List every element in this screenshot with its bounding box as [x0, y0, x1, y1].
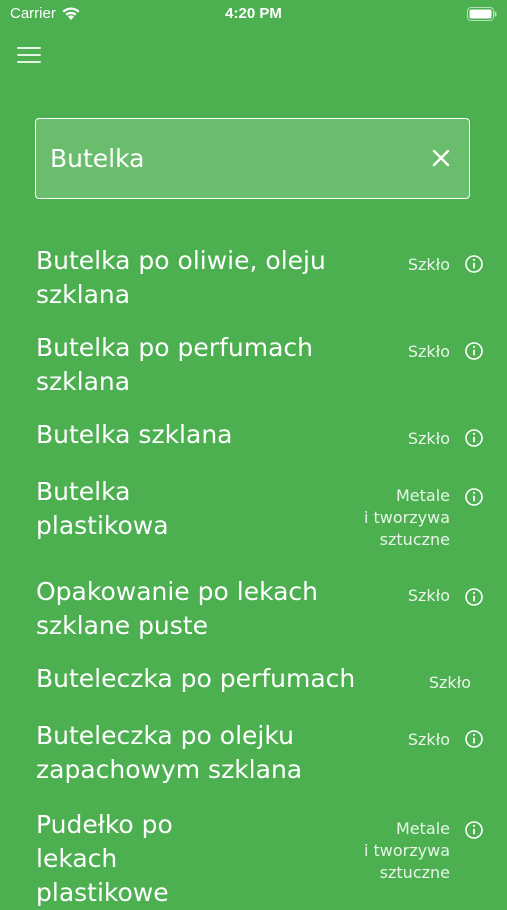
menu-icon-line — [17, 54, 41, 56]
item-name-line: Pudełko po — [36, 810, 173, 839]
clear-icon[interactable] — [431, 148, 451, 168]
item-name: Pudełko po lekach plastikowe — [36, 808, 173, 910]
item-category-line: i tworzywa — [363, 841, 450, 860]
item-category-line: Metale — [395, 486, 450, 505]
item-name-line: Butelka — [36, 477, 131, 506]
item-name-line: Butelka po perfumach — [36, 333, 313, 362]
menu-icon-line — [17, 47, 41, 49]
item-category: Szkło — [408, 254, 450, 276]
search-box — [35, 118, 470, 199]
item-name-line: szklane puste — [36, 611, 208, 640]
item-name: Buteleczka po perfumach — [36, 662, 355, 696]
info-icon[interactable] — [464, 428, 484, 448]
item-name: Butelka plastikowa — [36, 475, 169, 543]
item-name-line: szklana — [36, 367, 131, 396]
info-icon[interactable] — [464, 487, 484, 507]
item-name-line: plastikowe — [36, 878, 169, 907]
item-category: Szkło — [408, 729, 450, 751]
item-category-line: Szkło — [407, 429, 450, 448]
info-icon[interactable] — [464, 820, 484, 840]
item-category: Metale i tworzywa sztuczne — [364, 818, 450, 884]
info-icon[interactable] — [464, 341, 484, 361]
status-bar: Carrier 4:20 PM — [0, 0, 507, 28]
item-category-line: Metale — [395, 819, 450, 838]
item-category: Szkło — [408, 585, 450, 607]
item-category-line: sztuczne — [379, 863, 450, 882]
item-name: Opakowanie po lekach szklane puste — [36, 575, 318, 643]
item-category: Metale i tworzywa sztuczne — [364, 485, 450, 551]
item-category-line: Szkło — [407, 730, 450, 749]
item-name: Butelka po perfumach szklana — [36, 331, 313, 399]
item-name-line: Opakowanie po lekach — [36, 577, 319, 606]
search-input[interactable] — [50, 119, 420, 197]
info-icon[interactable] — [464, 729, 484, 749]
item-category-line: i tworzywa — [363, 508, 450, 527]
item-category-line: Szkło — [407, 255, 450, 274]
info-icon[interactable] — [464, 254, 484, 274]
item-name: Butelka szklana — [36, 418, 232, 452]
item-name: Buteleczka po olejku zapachowym szklana — [36, 719, 302, 787]
item-name-line: lekach — [36, 844, 118, 873]
item-name: Butelka po oliwie, oleju szklana — [36, 244, 326, 312]
item-category-line: Szkło — [407, 586, 450, 605]
item-category: Szkło — [408, 428, 450, 450]
item-name-line: zapachowym szklana — [36, 755, 303, 784]
item-category-line: Szkło — [407, 342, 450, 361]
item-name-line: Butelka szklana — [36, 420, 233, 449]
info-icon[interactable] — [464, 587, 484, 607]
item-name-line: Buteleczka po olejku — [36, 721, 294, 750]
item-category-line: sztuczne — [379, 530, 450, 549]
item-category: Szkło — [429, 672, 471, 694]
item-name-line: plastikowa — [36, 511, 169, 540]
menu-button[interactable] — [17, 44, 45, 66]
item-category: Szkło — [408, 341, 450, 363]
item-name-line: Buteleczka po perfumach — [36, 664, 356, 693]
item-name-line: szklana — [36, 280, 131, 309]
battery-icon — [467, 7, 497, 21]
menu-icon-line — [17, 61, 41, 63]
item-name-line: Butelka po oliwie, oleju — [36, 246, 326, 275]
clock: 4:20 PM — [225, 5, 282, 22]
item-category-line: Szkło — [428, 673, 471, 692]
